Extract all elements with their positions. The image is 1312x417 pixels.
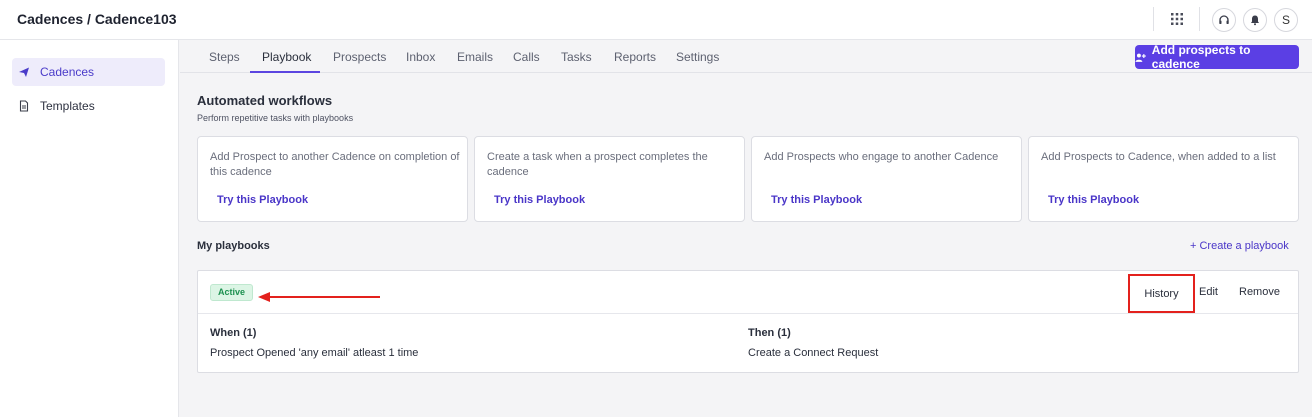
tab-calls[interactable]: Calls <box>513 50 540 64</box>
try-playbook-link[interactable]: Try this Playbook <box>494 194 585 206</box>
tab-prospects[interactable]: Prospects <box>333 50 386 64</box>
add-prospects-button[interactable]: Add prospects to cadence <box>1135 43 1299 71</box>
breadcrumb[interactable]: Cadences / Cadence103 <box>17 11 177 27</box>
status-badge: Active <box>210 284 254 301</box>
history-label: History <box>1144 287 1179 300</box>
add-prospects-label: Add prospects to cadence <box>1151 43 1251 71</box>
when-title: When (1) <box>210 327 257 339</box>
card-description: Add Prospect to another Cadence on compl… <box>210 151 460 178</box>
playbook-template-card: Add Prospects who engage to another Cade… <box>751 136 1022 222</box>
tab-reports[interactable]: Reports <box>614 50 656 64</box>
headset-icon <box>1219 15 1229 24</box>
playbook-template-card: Add Prospects to Cadence, when added to … <box>1028 136 1299 222</box>
history-button[interactable]: History <box>1128 274 1195 313</box>
sidebar-item-cadences[interactable]: Cadences <box>12 58 165 86</box>
edit-button[interactable]: Edit <box>1199 286 1218 298</box>
tab-emails[interactable]: Emails <box>457 50 493 64</box>
tab-tasks[interactable]: Tasks <box>561 50 592 64</box>
my-playbooks-title: My playbooks <box>197 240 270 252</box>
sidebar-item-templates[interactable]: Templates <box>12 92 165 120</box>
topbar-divider <box>1199 7 1200 31</box>
try-playbook-link[interactable]: Try this Playbook <box>771 194 862 206</box>
sidebar-item-label: Templates <box>40 99 95 113</box>
avatar[interactable]: S <box>1274 8 1298 32</box>
automated-workflows-title: Automated workflows <box>197 93 333 108</box>
support-button[interactable] <box>1212 8 1236 32</box>
document-icon <box>19 100 29 112</box>
try-playbook-link[interactable]: Try this Playbook <box>217 194 308 206</box>
remove-button[interactable]: Remove <box>1239 286 1280 298</box>
playbook-card-header: Active History Edit Remove <box>198 271 1298 314</box>
tab-inbox[interactable]: Inbox <box>406 50 435 64</box>
sidebar: Cadences Templates <box>0 40 179 417</box>
tab-steps[interactable]: Steps <box>209 50 240 64</box>
notifications-button[interactable] <box>1243 8 1267 32</box>
active-tab-indicator <box>250 71 320 73</box>
apps-grid-icon[interactable] <box>1170 12 1184 26</box>
try-playbook-link[interactable]: Try this Playbook <box>1048 194 1139 206</box>
tab-playbook[interactable]: Playbook <box>262 50 311 64</box>
card-description: Create a task when a prospect completes … <box>487 151 708 178</box>
then-action: Create a Connect Request <box>748 347 879 359</box>
add-user-icon <box>1135 53 1146 62</box>
card-description: Add Prospects to Cadence, when added to … <box>1041 151 1276 163</box>
then-title: Then (1) <box>748 327 791 339</box>
playbook-template-card: Create a task when a prospect completes … <box>474 136 745 222</box>
top-bar: Cadences / Cadence103 S <box>0 0 1312 40</box>
topbar-divider <box>1153 7 1154 31</box>
playbook-template-card: Add Prospect to another Cadence on compl… <box>197 136 468 222</box>
paper-plane-icon <box>19 67 29 77</box>
playbook-card: Active History Edit Remove When (1) Pros… <box>197 270 1299 373</box>
when-condition: Prospect Opened 'any email' atleast 1 ti… <box>210 347 419 359</box>
bell-icon <box>1251 15 1259 26</box>
tab-settings[interactable]: Settings <box>676 50 719 64</box>
sidebar-item-label: Cadences <box>40 65 95 79</box>
card-description: Add Prospects who engage to another Cade… <box>764 151 999 163</box>
annotation-arrow <box>258 292 380 302</box>
create-playbook-link[interactable]: + Create a playbook <box>1190 240 1289 252</box>
automated-workflows-subtitle: Perform repetitive tasks with playbooks <box>197 113 354 123</box>
